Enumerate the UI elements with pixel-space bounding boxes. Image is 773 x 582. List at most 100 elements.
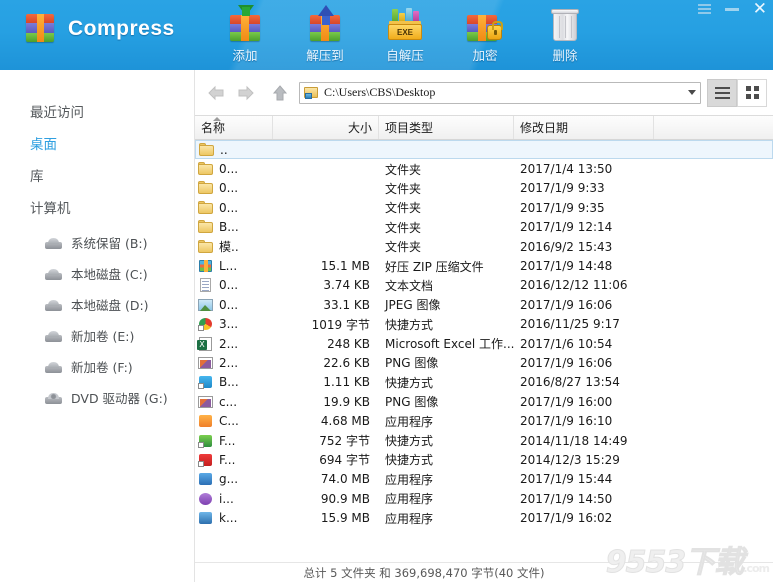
file-name-text: 2... (219, 355, 239, 370)
sort-ascending-icon (213, 117, 221, 121)
file-name-text: .. (220, 142, 228, 157)
file-name-text: B... (219, 220, 239, 235)
rar-archive-icon (26, 14, 56, 44)
sidebar-drive-f[interactable]: 新加卷 (F:) (45, 351, 194, 382)
menu-icon[interactable] (697, 4, 711, 14)
file-name-cell: i... (195, 492, 273, 506)
sidebar-drive-b-label: 系统保留 (B:) (71, 236, 148, 251)
table-row[interactable]: F... 752 字节 快捷方式 2014/11/18 14:49 (195, 431, 773, 450)
back-arrow-icon[interactable] (201, 78, 231, 108)
table-row[interactable]: c... 19.9 KB PNG 图像 2017/1/9 16:00 (195, 392, 773, 411)
table-row[interactable]: 2... 22.6 KB PNG 图像 2017/1/9 16:06 (195, 353, 773, 372)
close-icon[interactable]: ✕ (753, 0, 767, 17)
toolbar-button-delete[interactable]: 删除 (525, 2, 605, 66)
rar-icon (198, 259, 214, 273)
file-name-cell: c... (195, 395, 273, 409)
drive-icon (45, 236, 62, 249)
chevron-down-icon[interactable] (688, 90, 696, 95)
file-name-text: k... (219, 511, 238, 526)
table-row[interactable]: 0... 文件夹 2017/1/9 9:35 (195, 198, 773, 217)
toolbar-button-extract-to[interactable]: 解压到 (285, 2, 365, 66)
address-bar: C:\Users\CBS\Desktop (195, 70, 773, 115)
sidebar-item-desktop[interactable]: 桌面 (30, 127, 194, 159)
file-name-text: C... (219, 414, 239, 429)
file-name-cell: B... (195, 220, 273, 234)
table-row[interactable]: 3... 1019 字节 快捷方式 2016/11/25 9:17 (195, 315, 773, 334)
folder-icon (198, 220, 214, 234)
file-name-cell: 0... (195, 200, 273, 215)
column-header-type[interactable]: 项目类型 (379, 116, 514, 139)
file-type-cell: 好压 ZIP 压缩文件 (385, 259, 484, 274)
file-size-cell: 33.1 KB (323, 297, 370, 312)
sidebar-drive-e[interactable]: 新加卷 (E:) (45, 320, 194, 351)
file-date-cell: 2017/1/9 9:33 (520, 181, 605, 196)
file-size-cell: 1019 字节 (311, 317, 370, 332)
table-row[interactable]: B... 文件夹 2017/1/9 12:14 (195, 218, 773, 237)
table-row[interactable]: 模.. 文件夹 2016/9/2 15:43 (195, 237, 773, 256)
sidebar-drive-b[interactable]: 系统保留 (B:) (45, 227, 194, 258)
table-row[interactable]: F... 694 字节 快捷方式 2014/12/3 15:29 (195, 450, 773, 469)
table-row[interactable]: L... 15.1 MB 好压 ZIP 压缩文件 2017/1/9 14:48 (195, 256, 773, 275)
file-date-cell: 2017/1/9 16:06 (520, 297, 613, 312)
file-type-cell: 文件夹 (385, 220, 422, 235)
toolbar-button-self-extract[interactable]: EXE 自解压 (365, 2, 445, 66)
file-date-cell: 2017/1/4 13:50 (520, 162, 613, 177)
sidebar-item-libraries[interactable]: 库 (30, 159, 194, 191)
table-row[interactable]: 0... 3.74 KB 文本文档 2016/12/12 11:06 (195, 276, 773, 295)
column-header-spacer (654, 116, 773, 139)
table-row[interactable]: 0... 文件夹 2017/1/4 13:50 (195, 159, 773, 178)
exe-label: EXE (388, 24, 422, 40)
file-size-cell: 19.9 KB (323, 394, 370, 409)
toolbar: 添加 解压到 EXE 自解压 加密 删除 (205, 2, 605, 66)
sidebar-drive-c[interactable]: 本地磁盘 (C:) (45, 258, 194, 289)
dvd-drive-icon (45, 391, 62, 404)
list-view-icon[interactable] (707, 78, 737, 107)
column-header-name[interactable]: 名称 (195, 116, 273, 139)
toolbar-button-add[interactable]: 添加 (205, 2, 285, 66)
table-row[interactable]: 0... 33.1 KB JPEG 图像 2017/1/9 16:06 (195, 295, 773, 314)
minimize-icon[interactable] (724, 7, 739, 11)
file-list[interactable]: .. 0... 文件夹 2017/1/4 13:50 0... 文件夹 2017/1/9 9… (195, 140, 773, 565)
file-name-cell: X 2... (195, 336, 273, 351)
file-type-cell: 文件夹 (385, 201, 422, 216)
forward-arrow-icon[interactable] (231, 78, 261, 108)
column-header-name-label: 名称 (201, 121, 226, 135)
file-name-cell: k... (195, 511, 273, 525)
table-row[interactable]: g... 74.0 MB 应用程序 2017/1/9 15:44 (195, 470, 773, 489)
file-size-cell: 248 KB (327, 336, 370, 351)
column-header-size[interactable]: 大小 (273, 116, 379, 139)
table-row[interactable]: i... 90.9 MB 应用程序 2017/1/9 14:50 (195, 489, 773, 508)
sidebar-drive-g[interactable]: DVD 驱动器 (G:) (45, 382, 194, 413)
file-list-header: 名称 大小 项目类型 修改日期 (195, 115, 773, 140)
status-bar: 总计 5 文件夹 和 369,698,470 字节(40 文件) (195, 562, 773, 582)
table-row[interactable]: C... 4.68 MB 应用程序 2017/1/9 16:10 (195, 411, 773, 430)
toolbar-button-encrypt[interactable]: 加密 (445, 2, 525, 66)
file-type-cell: JPEG 图像 (385, 298, 441, 313)
column-header-date[interactable]: 修改日期 (514, 116, 654, 139)
sidebar-drive-g-label: DVD 驱动器 (G:) (71, 391, 168, 406)
file-name-text: 0... (219, 278, 239, 293)
address-path-text: C:\Users\CBS\Desktop (324, 85, 436, 99)
table-row[interactable]: B... 1.11 KB 快捷方式 2016/8/27 13:54 (195, 373, 773, 392)
table-row[interactable]: .. (195, 140, 773, 160)
address-input[interactable]: C:\Users\CBS\Desktop (299, 81, 701, 104)
file-name-cell: B... (195, 375, 273, 390)
table-row[interactable]: k... 15.9 MB 应用程序 2017/1/9 16:02 (195, 508, 773, 527)
png-icon (198, 395, 214, 409)
content-pane: C:\Users\CBS\Desktop 名称 大小 项目类型 修改日期 .. … (195, 70, 773, 582)
drive-icon (45, 329, 62, 342)
sidebar-item-recent[interactable]: 最近访问 (30, 95, 194, 127)
view-toggle-group (707, 78, 767, 107)
sidebar-item-computer[interactable]: 计算机 (30, 191, 194, 223)
lnk-green-icon (198, 434, 214, 448)
grid-view-icon[interactable] (737, 78, 767, 107)
file-name-text: i... (219, 491, 234, 506)
table-row[interactable]: 0... 文件夹 2017/1/9 9:33 (195, 179, 773, 198)
file-name-cell: L... (195, 259, 273, 273)
file-name-text: c... (219, 394, 238, 409)
up-arrow-icon[interactable] (265, 78, 295, 108)
txt-icon (198, 278, 214, 293)
toolbar-button-add-label: 添加 (232, 48, 258, 63)
sidebar-drive-d[interactable]: 本地磁盘 (D:) (45, 289, 194, 320)
table-row[interactable]: X 2... 248 KB Microsoft Excel 工作... 2017/1/6… (195, 334, 773, 353)
